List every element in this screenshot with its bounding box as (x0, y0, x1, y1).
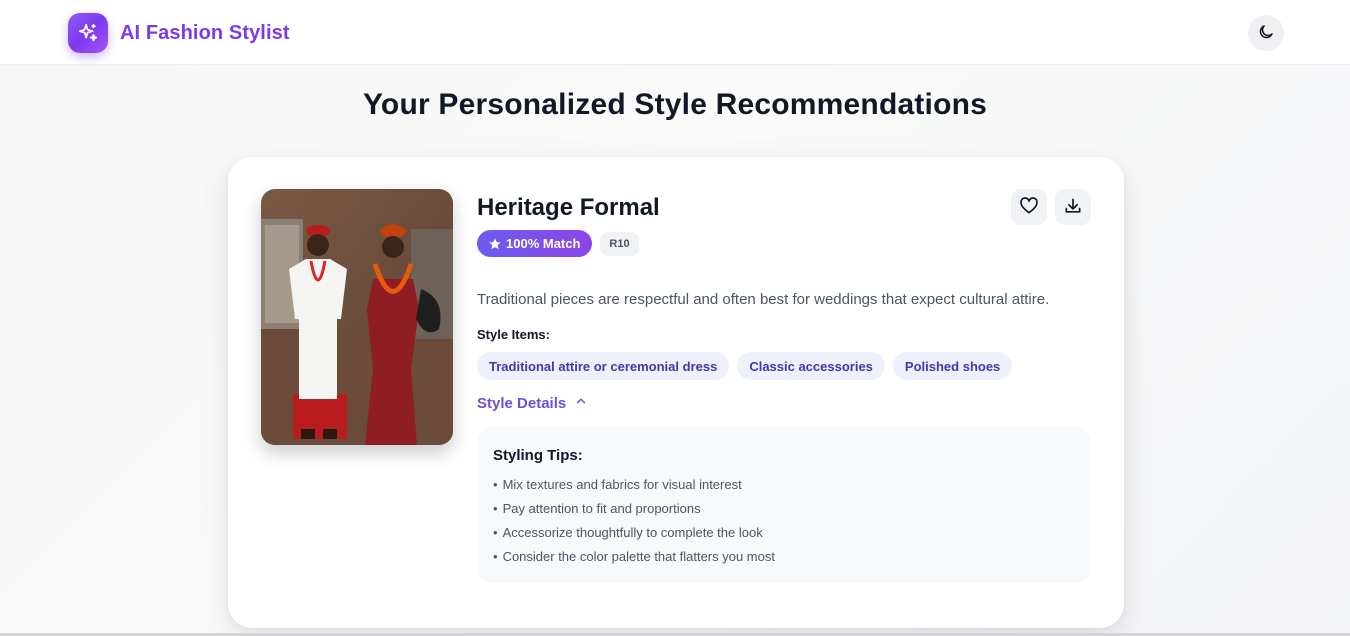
recommendation-content: Heritage Formal 100% Match R10 Tradition… (477, 189, 1091, 583)
style-details-label: Style Details (477, 394, 567, 412)
styling-tip: Mix textures and fabrics for visual inte… (493, 473, 1075, 497)
download-button[interactable] (1055, 189, 1091, 225)
moon-icon (1257, 23, 1275, 44)
badges: 100% Match R10 (477, 230, 1091, 257)
code-badge: R10 (600, 231, 639, 256)
styling-tip: Accessorize thoughtfully to complete the… (493, 521, 1075, 545)
styling-tips-list: Mix textures and fabrics for visual inte… (493, 473, 1075, 569)
download-icon (1063, 196, 1083, 219)
theme-toggle-button[interactable] (1248, 15, 1284, 51)
recommendation-card: Heritage Formal 100% Match R10 Tradition… (228, 157, 1124, 628)
style-details-toggle[interactable]: Style Details (477, 394, 588, 412)
outfit-photo (261, 189, 453, 445)
look-description: Traditional pieces are respectful and of… (477, 291, 1050, 308)
top-bar: AI Fashion Stylist (0, 0, 1350, 65)
app-name: AI Fashion Stylist (120, 21, 290, 44)
style-items-label: Style Items: (477, 327, 550, 342)
star-icon (489, 237, 501, 249)
chevron-up-icon (574, 394, 588, 412)
match-badge: 100% Match (477, 230, 593, 257)
styling-tips-panel: Styling Tips: Mix textures and fabrics f… (477, 426, 1091, 583)
match-label: 100% Match (506, 236, 581, 251)
styling-tips-title: Styling Tips: (493, 446, 583, 464)
style-item-chip: Polished shoes (892, 352, 1013, 380)
favorite-button[interactable] (1011, 189, 1047, 225)
style-items: Traditional attire or ceremonial dress C… (477, 352, 1091, 380)
style-item-chip: Traditional attire or ceremonial dress (477, 352, 730, 380)
style-item-chip: Classic accessories (737, 352, 885, 380)
look-title: Heritage Formal (477, 194, 660, 221)
page: AI Fashion Stylist Your Personalized Sty… (0, 0, 1350, 636)
styling-tip: Consider the color palette that flatters… (493, 545, 1075, 569)
sparkles-icon (68, 13, 108, 53)
heart-icon (1019, 196, 1039, 219)
page-title: Your Personalized Style Recommendations (362, 88, 988, 121)
styling-tip: Pay attention to fit and proportions (493, 497, 1075, 521)
card-actions (1011, 189, 1091, 225)
brand[interactable]: AI Fashion Stylist (68, 13, 290, 53)
